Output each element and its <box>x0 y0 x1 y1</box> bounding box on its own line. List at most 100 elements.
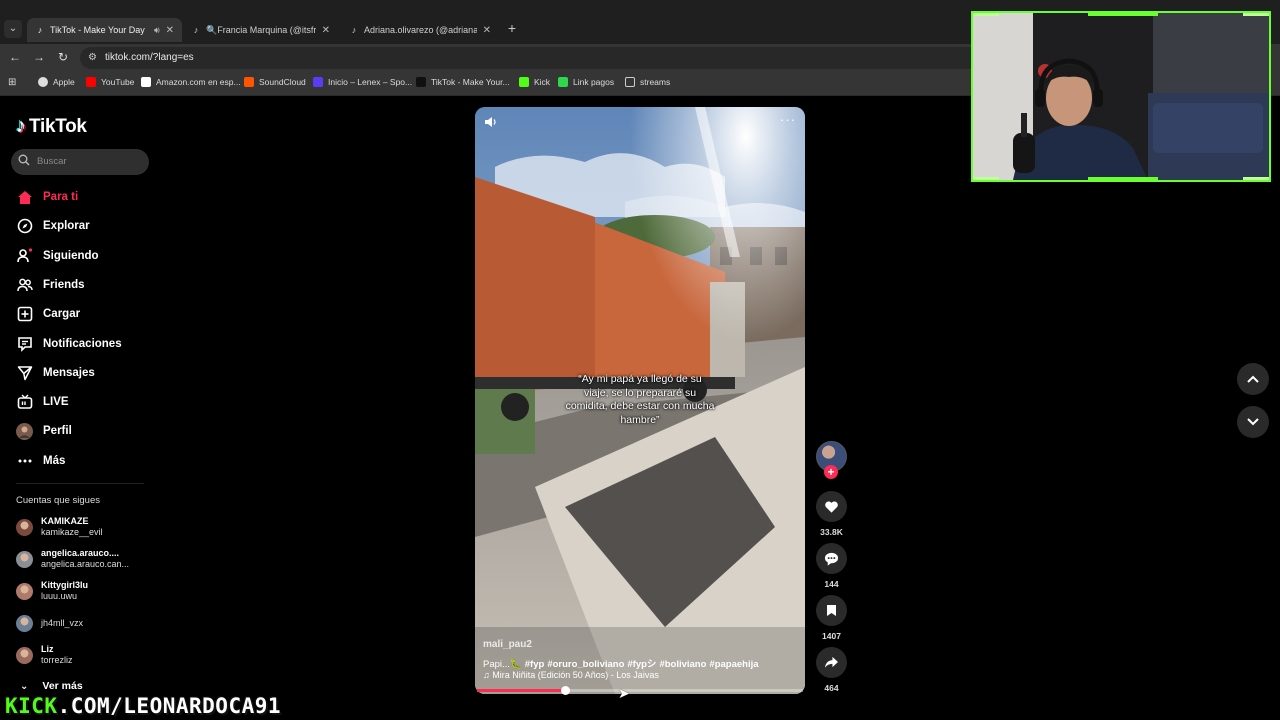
reload-icon[interactable]: ↻ <box>56 50 70 64</box>
new-tab-button[interactable]: + <box>505 20 519 36</box>
comment-icon <box>824 552 839 566</box>
hashtag-link[interactable]: #boliviano <box>659 659 706 670</box>
music-track[interactable]: ♫ Mira Niñita (Edición 50 Años) - Los Ja… <box>483 670 659 680</box>
comment-button[interactable] <box>816 543 847 574</box>
sidebar-item-siguiendo[interactable]: Siguiendo <box>16 245 99 267</box>
account-name: Liz <box>41 644 54 654</box>
save-button[interactable] <box>816 595 847 626</box>
following-section-title: Cuentas que sigues <box>16 495 100 506</box>
bookmark-favicon-icon <box>558 77 568 87</box>
site-info-icon[interactable]: ⚙ <box>88 52 97 63</box>
kick-channel-banner: KICK.COM/LEONARDOCA91 <box>5 694 281 718</box>
followed-account[interactable]: KAMIKAZE kamikaze__evil <box>16 514 103 540</box>
sidebar-item-label: Cargar <box>43 308 81 320</box>
avatar <box>16 582 33 600</box>
next-video-button[interactable] <box>1237 406 1269 438</box>
search-icon <box>18 154 30 169</box>
sidebar-item-notificaciones[interactable]: Notificaciones <box>16 333 122 355</box>
more-options-icon[interactable]: ··· <box>780 112 796 127</box>
bookmark-item[interactable]: Amazon.com en esp... <box>141 77 241 87</box>
progress-handle[interactable] <box>561 686 571 695</box>
following-icon <box>16 248 33 265</box>
live-icon <box>16 394 33 411</box>
bookmark-item[interactable]: Kick <box>519 77 550 87</box>
sidebar-item-label: Más <box>43 455 66 467</box>
account-username: jh4mll_vzx <box>41 617 84 628</box>
sidebar-item-mensajes[interactable]: Mensajes <box>16 362 95 384</box>
like-button[interactable] <box>816 491 847 522</box>
tiktok-favicon-icon: ♪ <box>37 25 43 35</box>
sidebar-divider <box>16 483 144 484</box>
hashtag-link[interactable]: #fyp <box>525 659 545 670</box>
desc-prefix: Papi...🐛 <box>483 659 522 670</box>
frame-accent <box>1088 177 1158 180</box>
followed-account[interactable]: angelica.arauco.... angelica.arauco.can..… <box>16 546 129 572</box>
mouse-cursor-icon: ➤ <box>618 685 630 701</box>
followed-account[interactable]: jh4mll_vzx <box>16 610 83 636</box>
speaker-icon[interactable]: 🔊︎ <box>154 25 160 36</box>
close-tab-icon[interactable]: ✕ <box>483 25 491 36</box>
video-username[interactable]: mali_pau2 <box>483 639 532 650</box>
share-arrow-icon <box>825 656 838 668</box>
share-count: 464 <box>824 683 839 693</box>
volume-icon[interactable] <box>484 116 498 131</box>
like-count: 33.8K <box>820 527 843 537</box>
back-arrow-icon[interactable]: ← <box>8 50 22 64</box>
see-more-button[interactable]: ⌄ Ver más <box>20 680 83 692</box>
sidebar-item-label: Explorar <box>43 220 90 232</box>
chevron-down-icon <box>1247 418 1259 426</box>
bookmark-favicon-icon <box>244 77 254 87</box>
compass-icon <box>16 218 33 235</box>
bookmark-item[interactable]: Inicio – Lenex – Spo... <box>313 77 412 87</box>
sidebar-item-m-s[interactable]: Más <box>16 450 65 472</box>
bookmark-item[interactable]: TikTok - Make Your... <box>416 77 510 87</box>
search-input[interactable] <box>11 149 149 175</box>
tiktok-logo[interactable]: ♪ TikTok <box>16 115 87 138</box>
avatar <box>16 518 33 536</box>
bookmark-item[interactable]: SoundCloud <box>244 77 306 87</box>
sidebar-item-friends[interactable]: Friends <box>16 274 85 296</box>
send-icon <box>16 365 33 382</box>
bookmark-favicon-icon <box>313 77 323 87</box>
follow-plus-button[interactable]: + <box>824 465 838 479</box>
previous-video-button[interactable] <box>1237 363 1269 395</box>
bookmark-item[interactable]: YouTube <box>86 77 134 87</box>
apps-grid-icon[interactable]: ⊞ <box>8 77 16 88</box>
more-dots-icon <box>16 453 33 470</box>
sidebar-item-explorar[interactable]: Explorar <box>16 215 90 237</box>
sidebar-item-cargar[interactable]: Cargar <box>16 303 80 325</box>
account-name: KAMIKAZE <box>41 516 89 526</box>
tiktok-favicon-icon: ♪ <box>193 25 199 35</box>
share-button[interactable] <box>816 647 847 678</box>
forward-arrow-icon[interactable]: → <box>32 50 46 64</box>
account-text: Liz torrezliz <box>41 644 73 666</box>
video-caption: “Ay mi papá ya llegó de su viaje, se lo … <box>565 373 715 426</box>
bookmark-label: Link pagos <box>573 77 615 87</box>
comment-count: 144 <box>824 579 839 589</box>
bookmark-item[interactable]: streams <box>625 77 670 87</box>
close-tab-icon[interactable]: ✕ <box>322 25 330 36</box>
omnibox[interactable] <box>80 47 980 69</box>
bookmark-item[interactable]: Link pagos <box>558 77 614 87</box>
sidebar-item-label: LIVE <box>43 396 69 408</box>
tab-search-button[interactable]: ⌄ <box>4 20 22 38</box>
tab-adriana[interactable]: ♪ Adriana.olivarezo (@adriana.oli ✕ <box>341 18 499 42</box>
sidebar-item-live[interactable]: LIVE <box>16 391 69 413</box>
tiktok-favicon-icon: ♪ <box>351 25 357 35</box>
tab-francia[interactable]: ♪ 🔍Francia Marquina (@itsfranc ✕ <box>183 18 338 42</box>
hashtag-link[interactable]: #oruro_boliviano <box>547 659 624 670</box>
followed-account[interactable]: Kittygirl3lu luuu.uwu <box>16 578 88 604</box>
followed-account[interactable]: Liz torrezliz <box>16 642 73 668</box>
hashtag-link[interactable]: #papaehija <box>709 659 758 670</box>
tab-tiktok[interactable]: ♪ TikTok - Make Your Day 🔊︎ ✕ <box>27 18 182 42</box>
kick-prefix: KICK <box>5 694 58 718</box>
chevron-down-icon: ⌄ <box>20 680 29 692</box>
see-more-label: Ver más <box>42 680 83 692</box>
hashtag-link[interactable]: #fypシ <box>627 659 656 670</box>
sidebar-item-para-ti[interactable]: Para ti <box>16 186 78 208</box>
bookmark-item[interactable]: Apple <box>38 77 75 87</box>
sidebar-item-perfil[interactable]: Perfil <box>16 420 72 442</box>
url-text[interactable]: tiktok.com/?lang=es <box>105 52 194 63</box>
chevron-up-icon <box>1247 375 1259 383</box>
close-tab-icon[interactable]: ✕ <box>166 25 174 36</box>
